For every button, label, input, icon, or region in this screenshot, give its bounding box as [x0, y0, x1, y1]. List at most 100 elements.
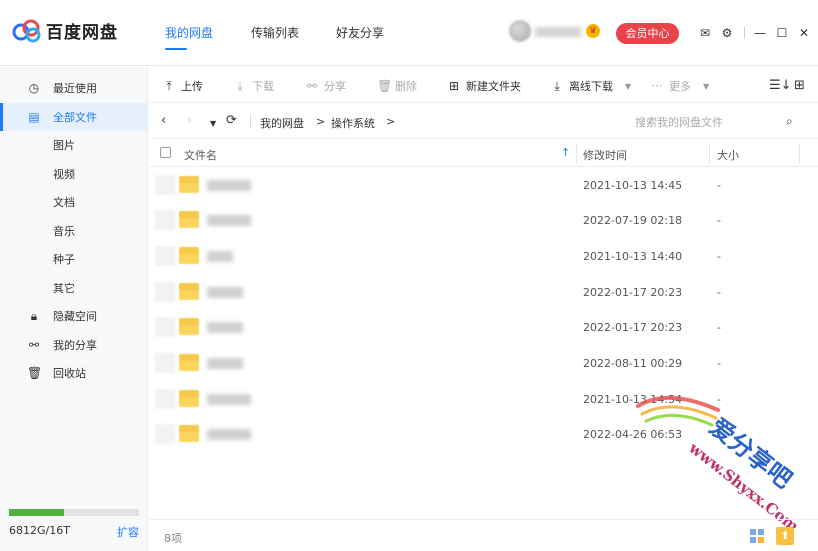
table-row[interactable]: 2021-10-13 14:40 -	[149, 238, 818, 274]
upload-button[interactable]: ⤒ 上传	[163, 78, 203, 94]
column-divider	[709, 144, 710, 164]
download-button[interactable]: ⤓ 下载	[234, 78, 274, 94]
sort-ascending-icon[interactable]: ↑	[561, 146, 570, 159]
table-row[interactable]: 2021-10-13 14:45 -	[149, 167, 818, 203]
sidebar-item-label: 音乐	[53, 225, 75, 238]
mail-icon[interactable]: ✉	[698, 26, 712, 40]
blurred-filename	[207, 429, 251, 440]
chevron-down-icon: ▼	[625, 81, 632, 91]
row-size: -	[717, 428, 721, 441]
sidebar-item-recycle-bin[interactable]: 🗑︎ 回收站	[0, 359, 148, 387]
breadcrumb-separator: >	[386, 115, 396, 128]
upload-float-icon[interactable]: ⬆	[776, 527, 794, 545]
grid-view-icon[interactable]: ⊞	[794, 78, 805, 93]
username-blurred[interactable]	[535, 27, 581, 37]
sidebar-item-torrents[interactable]: 种子	[0, 245, 148, 273]
sidebar-item-label: 种子	[53, 253, 75, 266]
tab-friend-share[interactable]: 好友分享	[336, 24, 384, 41]
sidebar-item-other[interactable]: 其它	[0, 274, 148, 302]
download-label: 下载	[252, 80, 274, 93]
minimize-icon[interactable]: —	[753, 26, 767, 40]
share-button[interactable]: ⚯ 分享	[306, 78, 346, 94]
forward-icon[interactable]: ›	[187, 114, 192, 128]
row-size: -	[717, 179, 721, 192]
path-bar: ‹ › ▼ ⟳ 我的网盘 > 操作系统 > ⌕	[149, 104, 818, 139]
close-icon[interactable]: ✕	[797, 26, 811, 40]
table-row[interactable]: 2022-01-17 20:23 -	[149, 274, 818, 310]
vip-crown-icon: ♛	[586, 24, 600, 38]
sort-icon[interactable]: ☰↓	[769, 78, 792, 93]
sidebar-item-recent[interactable]: ◷ 最近使用	[0, 74, 148, 102]
new-folder-label: 新建文件夹	[466, 80, 521, 93]
folder-icon	[179, 425, 199, 442]
sidebar-item-my-shares[interactable]: ⚯ 我的分享	[0, 331, 148, 359]
folder-icon	[179, 354, 199, 371]
offline-download-button[interactable]: ⤓ 离线下载 ▼	[551, 78, 631, 94]
sidebar-item-videos[interactable]: 视频	[0, 160, 148, 188]
search-icon[interactable]: ⌕	[786, 114, 793, 129]
avatar[interactable]	[509, 20, 531, 42]
tab-transfer-list[interactable]: 传输列表	[251, 24, 299, 41]
vip-center-button[interactable]: 会员中心	[616, 23, 679, 44]
title-bar: 百度网盘 我的网盘 传输列表 好友分享 ♛ 会员中心 ✉ ⚙ — ☐ ✕	[0, 0, 818, 66]
table-row[interactable]: 2022-07-19 02:18 -	[149, 202, 818, 238]
breadcrumb-my-drive[interactable]: 我的网盘	[260, 115, 304, 131]
more-dots-icon: ···	[651, 79, 663, 93]
sidebar-item-hidden-space[interactable]: 🔒︎ 隐藏空间	[0, 302, 148, 330]
sidebar-item-documents[interactable]: 文档	[0, 188, 148, 216]
blurred-filename	[207, 287, 243, 298]
table-row[interactable]: 2021-10-13 14:54 -	[149, 381, 818, 417]
tab-my-drive[interactable]: 我的网盘	[165, 24, 213, 41]
column-modified[interactable]: 修改时间	[583, 147, 627, 163]
download-icon: ⤓	[554, 78, 560, 93]
row-size: -	[717, 393, 721, 406]
expand-storage-link[interactable]: 扩容	[117, 524, 139, 540]
sidebar-item-label: 隐藏空间	[53, 310, 97, 323]
sidebar: ◷ 最近使用 ▤ 全部文件 图片 视频 文档 音乐 种子 其它 🔒︎ 隐藏空间 …	[0, 67, 148, 551]
toolbar: ⤒ 上传 ⤓ 下载 ⚯ 分享 🗑︎ 删除 ⊞ 新建文件夹 ⤓ 离线下载 ▼ ··…	[149, 67, 818, 103]
new-folder-button[interactable]: ⊞ 新建文件夹	[448, 78, 521, 94]
chevron-down-icon: ▼	[703, 81, 710, 91]
refresh-icon[interactable]: ⟳	[226, 114, 237, 128]
path-divider	[250, 114, 251, 128]
sidebar-item-music[interactable]: 音乐	[0, 217, 148, 245]
row-thumbnail	[155, 353, 175, 373]
select-all-checkbox[interactable]	[160, 147, 171, 158]
column-name[interactable]: 文件名	[184, 147, 217, 163]
search-input[interactable]	[635, 113, 775, 131]
active-tab-indicator	[165, 48, 187, 50]
settings-icon[interactable]: ⚙	[720, 26, 734, 40]
upload-label: 上传	[181, 80, 203, 93]
sidebar-item-all-files[interactable]: ▤ 全部文件	[0, 103, 148, 131]
breadcrumb-os[interactable]: 操作系统	[331, 115, 375, 131]
column-divider	[576, 144, 577, 164]
maximize-icon[interactable]: ☐	[775, 26, 789, 40]
row-thumbnail	[155, 389, 175, 409]
delete-button[interactable]: 🗑︎ 删除	[377, 78, 417, 94]
row-modified: 2022-01-17 20:23	[583, 286, 683, 299]
more-button[interactable]: ··· 更多 ▼	[651, 78, 709, 94]
back-icon[interactable]: ‹	[161, 114, 166, 128]
row-size: -	[717, 321, 721, 334]
download-icon: ⤓	[237, 78, 243, 93]
column-size[interactable]: 大小	[717, 147, 739, 163]
column-divider	[799, 144, 800, 164]
folder-icon	[179, 283, 199, 300]
folder-icon	[179, 211, 199, 228]
row-thumbnail	[155, 282, 175, 302]
app-grid-icon[interactable]	[749, 528, 765, 544]
table-row[interactable]: 2022-04-26 06:53 -	[149, 416, 818, 452]
upload-icon: ⤒	[166, 78, 172, 93]
folder-icon	[179, 390, 199, 407]
table-row[interactable]: 2022-01-17 20:23 -	[149, 309, 818, 345]
sidebar-item-label: 全部文件	[53, 111, 97, 124]
folder-plus-icon: ⊞	[448, 79, 460, 93]
sidebar-item-images[interactable]: 图片	[0, 131, 148, 159]
trash-icon: 🗑︎	[27, 366, 43, 380]
row-modified: 2021-10-13 14:45	[583, 179, 683, 192]
row-modified: 2022-08-11 00:29	[583, 357, 683, 370]
row-thumbnail	[155, 246, 175, 266]
table-row[interactable]: 2022-08-11 00:29 -	[149, 345, 818, 381]
sidebar-item-label: 最近使用	[53, 82, 97, 95]
history-dropdown-icon[interactable]: ▼	[210, 117, 216, 131]
